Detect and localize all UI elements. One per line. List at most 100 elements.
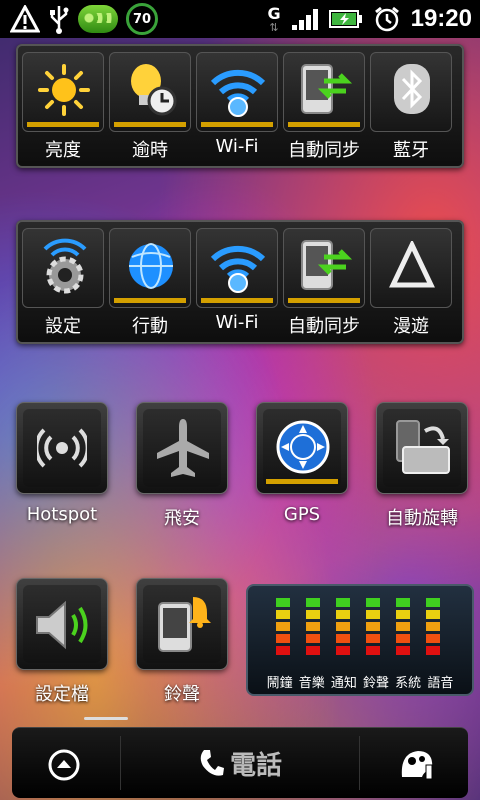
pea-icon <box>78 5 118 33</box>
speaker-profile-icon <box>36 600 88 650</box>
ringtone-toggle[interactable] <box>136 578 228 670</box>
auto-rotate-icon <box>396 420 450 474</box>
volume-level-segment <box>396 598 410 607</box>
bluetooth-tile[interactable] <box>370 52 452 132</box>
auto-rotate-toggle[interactable] <box>376 402 468 494</box>
gps-toggle[interactable] <box>256 402 348 494</box>
volume-level-segment <box>426 634 440 643</box>
volume-level-column[interactable] <box>276 598 290 658</box>
volume-levels-widget[interactable]: 鬧鐘 音樂 通知 鈴聲 系統 語音 <box>246 584 474 696</box>
volume-level-segment <box>366 646 380 655</box>
volume-level-segment <box>366 598 380 607</box>
mobile-data-tile[interactable] <box>109 228 191 308</box>
sync-icon <box>301 240 353 290</box>
sync-tile-1[interactable] <box>283 52 365 132</box>
brightness-sun-icon <box>38 64 90 116</box>
wifi-icon <box>210 69 266 117</box>
settings-tile[interactable] <box>22 228 104 308</box>
brightness-tile[interactable] <box>22 52 104 132</box>
toggle-label-ringtone: 鈴聲 <box>164 684 200 705</box>
volume-level-segment <box>276 622 290 631</box>
volume-level-segment <box>426 610 440 619</box>
status-time: 19:20 <box>410 5 472 32</box>
profile-toggle[interactable] <box>16 578 108 670</box>
volume-level-segment <box>396 610 410 619</box>
volume-level-segment <box>366 610 380 619</box>
phone-icon <box>200 750 224 776</box>
bluetooth-icon <box>394 64 430 114</box>
volume-level-segment <box>336 634 350 643</box>
roaming-triangle-icon <box>389 241 435 288</box>
volume-level-segment <box>276 598 290 607</box>
tile-label-mobile: 行動 <box>132 316 168 337</box>
volume-level-segment <box>426 622 440 631</box>
usb-icon <box>50 6 69 34</box>
network-type-label: G <box>267 3 281 23</box>
toggle-label-auto-rotate: 自動旋轉 <box>386 508 458 529</box>
sync-tile-2[interactable] <box>283 228 365 308</box>
tile-label-sync-2: 自動同步 <box>288 316 360 337</box>
volume-level-segment <box>276 610 290 619</box>
volume-level-segment <box>396 634 410 643</box>
volume-level-segment <box>306 646 320 655</box>
airplane-icon <box>157 419 209 477</box>
personalize-icon <box>401 751 433 780</box>
tile-label-timeout: 逾時 <box>132 140 168 161</box>
volume-level-segment <box>336 646 350 655</box>
battery-ring-icon: 70 <box>126 3 158 35</box>
volume-level-segment <box>366 634 380 643</box>
wifi-tile-2[interactable] <box>196 228 278 308</box>
gps-icon <box>276 420 330 474</box>
wifi-tile-1[interactable] <box>196 52 278 132</box>
bottom-dock: 電話 <box>12 727 468 798</box>
airplane-toggle[interactable] <box>136 402 228 494</box>
toggle-label-hotspot: Hotspot <box>26 504 98 525</box>
tile-label-wifi-1: Wi-Fi <box>215 136 259 157</box>
ringtone-bell-icon <box>158 597 211 652</box>
volume-widget-labels: 鬧鐘 音樂 通知 鈴聲 系統 語音 <box>266 676 454 691</box>
app-drawer-button[interactable] <box>12 728 120 798</box>
tile-label-roaming: 漫遊 <box>393 316 429 337</box>
toggle-label-gps: GPS <box>283 504 321 525</box>
power-control-widget-2: 設定 行動 Wi-Fi 自動同步 漫遊 <box>16 220 464 344</box>
home-page-indicator <box>84 717 128 720</box>
volume-level-segment <box>336 610 350 619</box>
app-drawer-up-icon <box>48 749 80 781</box>
hotspot-icon <box>37 428 87 468</box>
volume-level-segment <box>426 646 440 655</box>
roaming-tile[interactable] <box>370 228 452 308</box>
signal-icon <box>291 9 318 30</box>
volume-level-segment <box>396 646 410 655</box>
warning-icon <box>10 5 40 33</box>
volume-level-segment <box>426 598 440 607</box>
battery-icon <box>328 10 362 28</box>
timeout-tile[interactable] <box>109 52 191 132</box>
volume-level-segment <box>306 598 320 607</box>
volume-level-segment <box>276 634 290 643</box>
volume-level-segment <box>366 622 380 631</box>
volume-level-column[interactable] <box>396 598 410 658</box>
volume-level-segment <box>276 646 290 655</box>
volume-level-column[interactable] <box>306 598 320 658</box>
phone-button[interactable]: 電話 <box>121 728 359 798</box>
volume-level-column[interactable] <box>366 598 380 658</box>
volume-level-column[interactable] <box>426 598 440 658</box>
wifi-icon <box>210 245 266 293</box>
settings-gear-icon <box>43 238 87 294</box>
volume-level-segment <box>396 622 410 631</box>
volume-level-segment <box>306 610 320 619</box>
tile-label-sync-1: 自動同步 <box>288 140 360 161</box>
power-control-widget-1: 亮度 逾時 Wi-Fi 自動同步 藍牙 <box>16 44 464 168</box>
alarm-icon <box>374 6 399 32</box>
tile-label-brightness: 亮度 <box>45 140 81 161</box>
personalize-button[interactable] <box>360 728 468 798</box>
battery-ring-value: 70 <box>132 11 152 27</box>
sync-icon <box>301 64 353 114</box>
volume-level-segment <box>336 598 350 607</box>
status-bar[interactable]: 70 G ⇅ 19:20 <box>0 0 480 38</box>
tile-label-settings: 設定 <box>45 316 81 337</box>
volume-level-segment <box>306 634 320 643</box>
volume-level-segment <box>306 622 320 631</box>
volume-level-column[interactable] <box>336 598 350 658</box>
hotspot-toggle[interactable] <box>16 402 108 494</box>
